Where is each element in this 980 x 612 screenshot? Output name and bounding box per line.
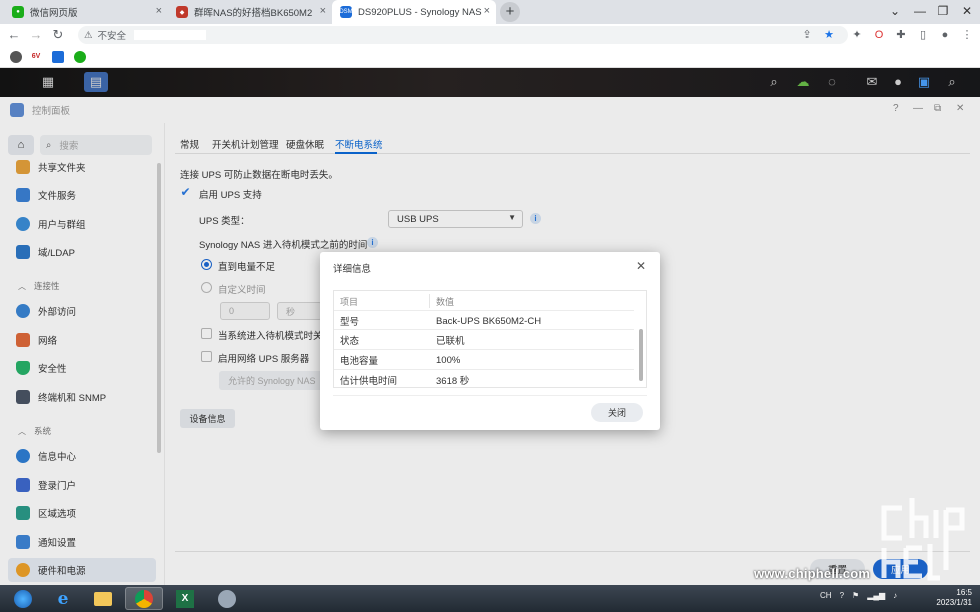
clock-time: 16:5 — [956, 588, 972, 597]
bookmark-star-icon[interactable]: ★ — [822, 28, 836, 42]
extension-icon[interactable]: ✦ — [850, 28, 864, 42]
forward-icon[interactable]: → — [28, 27, 44, 43]
browser-tab-dsm[interactable]: DSM DS920PLUS - Synology NAS × — [332, 0, 496, 24]
volume-icon[interactable]: ♪ — [893, 591, 897, 600]
os-taskbar: e X CH ? ⚑ ▂▄▆ ♪ 16:5 2023/1/31 — [0, 585, 980, 612]
tab-label: DS920PLUS - Synology NAS — [358, 6, 482, 18]
new-tab-button[interactable]: + — [500, 2, 520, 22]
app-taskbar-button[interactable] — [208, 587, 246, 610]
menu-icon[interactable]: ⋮ — [960, 28, 974, 42]
account-icon[interactable]: ● — [938, 28, 952, 42]
tab-label: 群晖NAS的好搭档BK650M2-CH — [194, 8, 312, 19]
wechat-bookmark-icon[interactable] — [74, 51, 86, 63]
row-value: 已联机 — [436, 336, 465, 347]
help-tray-icon[interactable]: ? — [840, 591, 844, 600]
clock[interactable]: 16:5 2023/1/31 — [920, 588, 972, 608]
back-icon[interactable]: ← — [6, 27, 22, 43]
puzzle-icon[interactable]: ✚ — [894, 28, 908, 42]
table-row: 型号 Back-UPS BK650M2-CH — [334, 310, 634, 330]
watermark-text: www.chiphell.com — [754, 566, 871, 581]
flag-icon[interactable]: ⚑ — [852, 591, 859, 600]
details-table: 项目 数值 型号 Back-UPS BK650M2-CH 状态 已联机 电池容量… — [333, 290, 647, 388]
signal-icon[interactable]: ▂▄▆ — [867, 591, 885, 600]
chiphell-logo-watermark — [881, 498, 965, 581]
system-tray: CH ? ⚑ ▂▄▆ ♪ — [820, 591, 897, 600]
folder-icon — [94, 591, 112, 606]
app-icon — [218, 589, 236, 608]
row-value: 3618 秒 — [436, 376, 470, 387]
bookmark-6v[interactable]: 6V — [30, 51, 42, 63]
start-button[interactable] — [4, 587, 42, 610]
details-dialog: 详细信息 ✕ 项目 数值 型号 Back-UPS BK650M2-CH 状态 已… — [320, 252, 660, 430]
chrome-icon — [135, 589, 153, 608]
row-value: Back-UPS BK650M2-CH — [436, 315, 542, 327]
row-value: 100% — [436, 354, 461, 366]
share-icon[interactable]: ⇪ — [800, 28, 814, 42]
address-bar-row: ← → ↻ ⚠ 不安全 ⇪ ★ ✦ O ✚ ▯ ● ⋮ — [0, 24, 980, 46]
wechat-icon: ● — [12, 6, 24, 18]
reload-icon[interactable]: ↻ — [50, 27, 66, 43]
ie-taskbar-button[interactable]: e — [44, 587, 82, 610]
column-header-item: 项目 — [340, 296, 359, 307]
browser-tab-article[interactable]: ◆ 群晖NAS的好搭档BK650M2-CH × — [168, 0, 332, 24]
excel-taskbar-button[interactable]: X — [166, 587, 204, 610]
language-indicator[interactable]: CH — [820, 591, 832, 600]
table-row: 估计供电时间 3618 秒 — [334, 369, 634, 389]
clock-date: 2023/1/31 — [936, 598, 972, 607]
row-item: 型号 — [340, 317, 360, 328]
dialog-divider — [333, 395, 647, 396]
row-item: 电池容量 — [340, 356, 379, 367]
excel-icon: X — [176, 589, 194, 608]
url-field[interactable] — [134, 30, 207, 40]
tab-label: 微信网页版 — [30, 8, 78, 19]
windows-logo-icon — [14, 589, 32, 608]
column-header-value: 数值 — [436, 296, 455, 307]
bookmarks-bar: 6V — [0, 46, 980, 68]
warning-icon: ⚠ — [84, 29, 93, 41]
column-divider — [429, 294, 430, 308]
table-row: 电池容量 100% — [334, 349, 634, 369]
browser-tab-wechat[interactable]: ● 微信网页版 × — [4, 0, 168, 24]
browser-tab-strip: ● 微信网页版 × ◆ 群晖NAS的好搭档BK650M2-CH × DSM DS… — [0, 0, 980, 24]
opera-icon[interactable]: O — [872, 28, 886, 42]
dsm-favicon-icon: DSM — [339, 6, 353, 18]
close-icon[interactable]: × — [484, 5, 490, 17]
insecure-label: 不安全 — [97, 31, 127, 42]
close-icon[interactable]: × — [320, 5, 326, 17]
close-window-button[interactable]: ✕ — [952, 0, 980, 24]
close-icon[interactable]: ✕ — [636, 259, 646, 273]
table-row: 状态 已联机 — [334, 329, 634, 349]
dialog-title: 详细信息 — [333, 264, 372, 275]
table-scrollbar[interactable] — [639, 329, 643, 381]
globe-icon[interactable] — [10, 51, 22, 63]
row-item: 估计供电时间 — [340, 376, 398, 387]
explorer-taskbar-button[interactable] — [84, 587, 122, 610]
chrome-taskbar-button[interactable] — [125, 587, 163, 610]
article-favicon-icon: ◆ — [176, 6, 188, 18]
sidebar-icon[interactable]: ▯ — [916, 28, 930, 42]
url-omnibox[interactable]: ⚠ 不安全 — [78, 26, 848, 44]
ie-icon: e — [57, 588, 69, 609]
close-icon[interactable]: × — [156, 5, 162, 17]
close-button[interactable]: 关闭 — [591, 403, 643, 422]
dsm-bookmark-icon[interactable] — [52, 51, 64, 63]
row-item: 状态 — [340, 336, 360, 347]
